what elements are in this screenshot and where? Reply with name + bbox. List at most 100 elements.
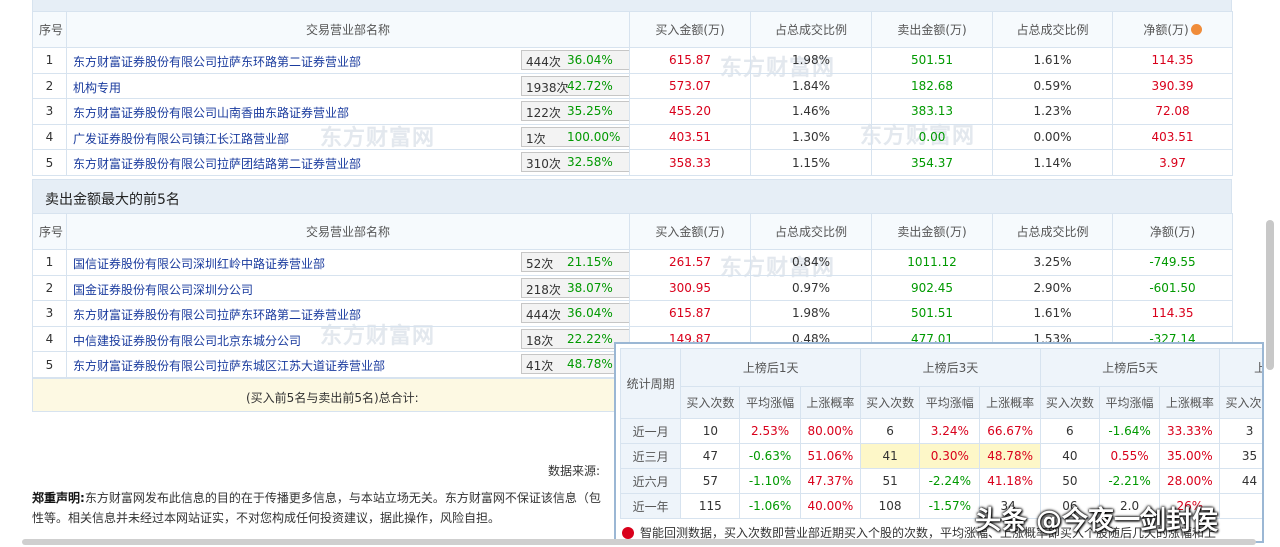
row-index: 4 [32,123,67,151]
dept-link[interactable]: 国信证券股份有限公司深圳红岭中路证券营业部 [73,255,325,272]
popup-value-cell [1219,493,1262,519]
dept-win-rate: 42.72% [567,78,613,93]
popup-group-header: 统计周期 上榜后1天 上榜后3天 上榜后5天 上榜后10 [619,348,1262,419]
row-index: 1 [32,47,67,74]
dept-stat-box[interactable]: 444次 36.04% [521,303,629,324]
net-amount: 390.39 [1112,72,1233,100]
dept-stat-box[interactable]: 444次 36.04% [521,50,629,70]
dept-link[interactable]: 东方财富证券股份有限公司拉萨东城区江苏大道证券营业部 [73,357,385,374]
dept-stat-box[interactable]: 122次 35.25% [521,101,629,122]
sub-header-cell: 上涨概率 [979,386,1041,419]
buy-amount: 403.51 [629,123,751,151]
sell-amount: 501.51 [871,300,993,327]
dept-cell: 国金证券股份有限公司深圳分公司 218次 38.07% [66,274,630,302]
dept-win-rate: 38.07% [567,280,613,295]
dept-buy-count: 444次 [526,55,561,69]
dept-cell: 东方财富证券股份有限公司拉萨东环路第二证券营业部 444次 36.04% [66,300,630,327]
popup-value-cell: 80.00% [799,418,862,444]
dept-win-rate: 35.25% [567,104,613,119]
buy-ratio: 0.97% [750,274,872,302]
popup-value-cell: 3.24% [919,418,981,444]
table-row: 2 国金证券股份有限公司深圳分公司 218次 38.07% 300.95 0.97% 902… [32,274,1233,302]
dept-cell: 东方财富证券股份有限公司拉萨东环路第二证券营业部 444次 36.04% [66,47,630,74]
dept-win-rate: 22.22% [567,331,613,346]
sell-ratio: 1.23% [992,98,1113,125]
sell-amount: 501.51 [871,47,993,74]
row-index: 2 [32,274,67,302]
col-net: 净额(万) [1112,213,1233,250]
dept-link[interactable]: 东方财富证券股份有限公司拉萨东环路第二证券营业部 [73,53,361,70]
popup-value-cell: 66.67% [979,418,1041,444]
dept-link[interactable]: 广发证券股份有限公司镇江长江路营业部 [73,130,289,147]
vertical-scrollbar[interactable] [1266,220,1274,370]
sell-amount: 0.00 [871,123,993,151]
dept-win-rate: 21.15% [567,255,613,269]
popup-value-cell: -2.21% [1098,468,1161,494]
col-sell-ratio: 占总成交比例 [992,11,1113,48]
row-index: 1 [32,249,67,276]
sell-amount: 182.68 [871,72,993,100]
sub-header-cell: 上涨概率 [1159,386,1221,419]
net-amount: 72.08 [1112,98,1233,125]
dept-link[interactable]: 中信建投证券股份有限公司北京东城分公司 [73,332,301,349]
period-cell: 近一月 [619,418,682,444]
table-row: 3 东方财富证券股份有限公司拉萨东环路第二证券营业部 444次 36.04% 615.8… [32,300,1233,327]
col-net-label: 净额(万) [1143,23,1189,37]
dept-win-rate: 32.58% [567,155,613,170]
page: 东方财富网 东方财富网 东方财富网 东方财富网 东方财富网 序号 交易营业部名称… [0,0,1280,547]
dept-link[interactable]: 东方财富证券股份有限公司拉萨团结路第二证券营业部 [73,155,361,172]
net-amount: 403.51 [1112,123,1233,151]
popup-value-cell: 44 [1219,468,1262,494]
sub-header-cell: 买入次数 [860,386,921,419]
disclaimer-line1: 东方财富网发布此信息的目的在于传播更多信息，与本站立场无关。东方财富网不保证该信… [84,491,601,505]
horizontal-scrollbar[interactable] [22,539,1256,545]
popup-value-cell: -1.06% [739,493,801,519]
col-buy-ratio: 占总成交比例 [750,213,872,250]
dept-stat-box[interactable]: 1938次 42.72% [521,75,629,96]
popup-value-cell: 6 [1039,418,1100,444]
popup-value-cell: 108 [860,493,921,519]
dept-stat-box[interactable]: 1次 100.00% [521,126,629,147]
row-index: 5 [32,351,67,378]
popup-value-cell: 10 [680,418,741,444]
top-strip [32,0,1232,11]
sell-table-header: 序号 交易营业部名称 买入金额(万) 占总成交比例 卖出金额(万) 占总成交比例… [32,213,1233,250]
buy-amount: 573.07 [629,72,751,100]
popup-value-cell: 0.55% [1098,443,1161,469]
dept-link[interactable]: 机构专用 [73,79,121,96]
info-icon[interactable] [1190,24,1202,35]
dept-stat-box[interactable]: 310次 32.58% [521,152,629,173]
dept-buy-count: 218次 [526,282,561,297]
dept-stat-box[interactable]: 218次 38.07% [521,277,629,298]
dept-win-rate: 48.78% [567,357,613,372]
dept-cell: 广发证券股份有限公司镇江长江路营业部 1次 100.00% [66,123,630,151]
popup-value-cell: 50 [1039,468,1100,494]
buy-ratio: 1.46% [750,98,872,125]
buy-ratio: 1.84% [750,72,872,100]
popup-value-cell: 2.53% [739,418,801,444]
col-idx: 序号 [32,11,67,48]
dept-link[interactable]: 国金证券股份有限公司深圳分公司 [73,281,253,298]
popup-value-cell: 28.00% [1159,468,1221,494]
dept-win-rate: 36.04% [567,53,613,67]
buy-ratio: 1.15% [750,149,872,176]
row-index: 2 [32,72,67,100]
dept-link[interactable]: 东方财富证券股份有限公司拉萨东环路第二证券营业部 [73,306,361,323]
data-source: 数据来源: [548,464,601,478]
period-cell: 近六月 [619,468,682,494]
dept-buy-count: 1次 [526,131,546,146]
dept-win-rate: 100.00% [567,129,621,144]
dept-stat-box[interactable]: 52次 21.15% [521,252,629,272]
popup-value-cell: 115 [680,493,741,519]
sell-amount: 1011.12 [871,249,993,276]
sell-ratio: 2.90% [992,274,1113,302]
dept-cell: 东方财富证券股份有限公司拉萨团结路第二证券营业部 310次 32.58% [66,149,630,176]
popup-value-cell: 40.00% [799,493,862,519]
popup-value-cell: 41.18% [979,468,1041,494]
table-row: 1 国信证券股份有限公司深圳红岭中路证券营业部 52次 21.15% 261.57 0.8… [32,249,1233,276]
sell-ratio: 0.00% [992,123,1113,151]
col-dept: 交易营业部名称 [66,213,630,250]
dept-link[interactable]: 东方财富证券股份有限公司山南香曲东路证券营业部 [73,104,349,121]
backtest-table: 统计周期 上榜后1天 上榜后3天 上榜后5天 上榜后10 买入次数平均涨幅上涨概… [619,348,1262,519]
popup-value-cell: 3 [1219,418,1262,444]
